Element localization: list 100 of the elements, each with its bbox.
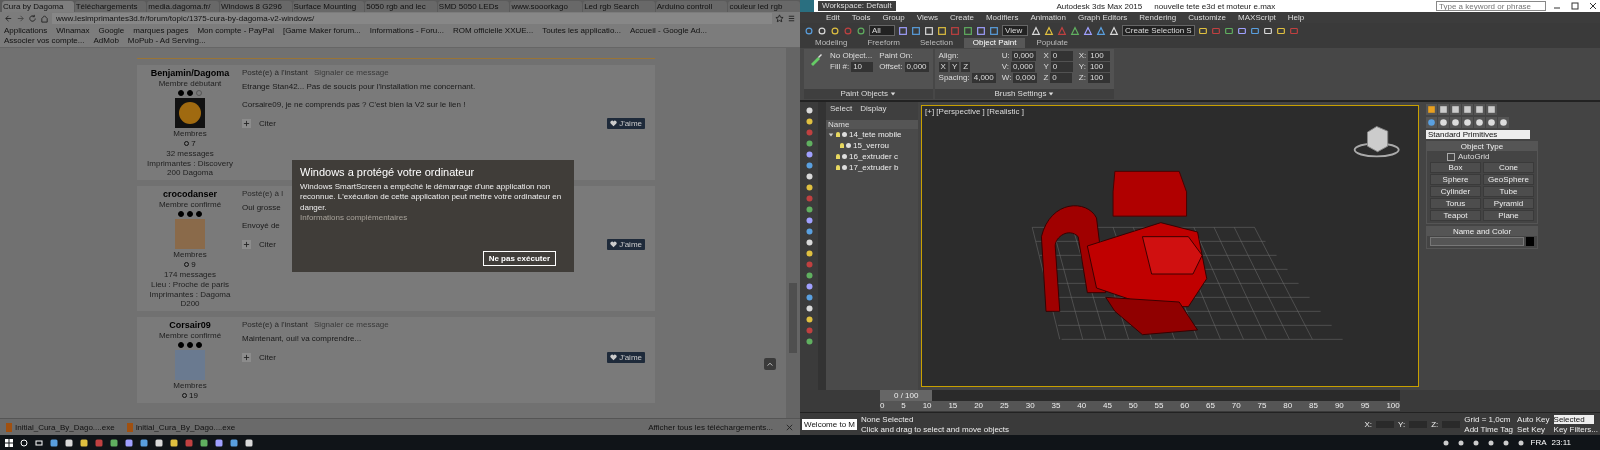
toolbar-tool-icon[interactable] (1070, 25, 1080, 36)
address-field[interactable]: www.lesimprimantes3d.fr/forum/topic/1375-cura-by-dagoma-v2-windows/ (52, 13, 772, 24)
taskbar-app-icon[interactable] (109, 437, 119, 448)
column-header[interactable]: Name (826, 120, 918, 129)
multiquote-button[interactable] (242, 353, 251, 362)
offset-field[interactable]: 0 (1050, 62, 1073, 72)
toolbar-tool-icon[interactable] (989, 25, 999, 36)
key-mode-dropdown[interactable]: Selected (1553, 414, 1594, 424)
primitive-button[interactable]: Pyramid (1483, 198, 1534, 209)
menu-item[interactable]: Modifiers (985, 13, 1019, 22)
time-tag-button[interactable]: Add Time Tag (1464, 424, 1514, 434)
object-category-icon[interactable] (1426, 117, 1437, 128)
key-filters-button[interactable]: Key Filters... (1553, 424, 1598, 434)
auto-key-button[interactable]: Auto Key (1517, 414, 1550, 424)
autogrid-checkbox[interactable] (1447, 152, 1455, 161)
ribbon-tab[interactable]: Modeling (806, 38, 857, 48)
home-icon[interactable] (40, 14, 49, 23)
toolbar-tool-icon[interactable] (937, 25, 947, 36)
light-bulb-icon[interactable] (840, 143, 844, 148)
object-category-icon[interactable] (1462, 117, 1473, 128)
bookmark-link[interactable]: Winamax (56, 26, 90, 36)
toolbar-tool-icon[interactable] (817, 25, 827, 36)
toolbar-tool-icon[interactable] (1197, 25, 1208, 36)
menu-item[interactable]: Views (916, 13, 938, 22)
author-name[interactable]: Corsair09 (169, 320, 211, 330)
bookmark-link[interactable]: ROM officielle XXUE... (452, 26, 534, 36)
taskbar-app-icon[interactable] (49, 437, 59, 448)
scrollbar[interactable] (786, 48, 800, 418)
multiquote-button[interactable] (242, 119, 251, 128)
caret-icon[interactable] (890, 91, 897, 97)
primitive-button[interactable]: Torus (1430, 198, 1481, 209)
object-category-icon[interactable] (1498, 117, 1509, 128)
search-field[interactable]: Type a keyword or phrase (1436, 1, 1546, 11)
taskbar-app-icon[interactable] (64, 437, 74, 448)
quote-link[interactable]: Citer (259, 353, 276, 362)
axis-toggle[interactable]: Y (949, 62, 960, 72)
set-key-button[interactable]: Set Key (1517, 424, 1550, 434)
object-category-icon[interactable] (1438, 117, 1449, 128)
primitive-button[interactable]: Plane (1483, 210, 1534, 221)
dont-run-button[interactable]: Ne pas exécuter (482, 251, 556, 266)
caret-icon[interactable] (1048, 91, 1055, 97)
light-bulb-icon[interactable] (836, 165, 840, 170)
toolbar-tool-icon[interactable] (976, 25, 986, 36)
ribbon-tab[interactable]: Object Paint (963, 38, 1026, 48)
primitive-button[interactable]: Teapot (1430, 210, 1481, 221)
back-arrow-icon[interactable] (4, 14, 13, 23)
scene-object[interactable]: 16_extruder c (849, 152, 898, 161)
command-panel-tab-icon[interactable] (1462, 104, 1473, 115)
menu-item[interactable]: Rendering (1139, 13, 1177, 22)
toolbar-tool-icon[interactable] (804, 25, 814, 36)
reference-coordinate-dropdown[interactable]: View (1002, 25, 1028, 36)
taskbar-app-icon[interactable] (199, 437, 209, 448)
selection-filter-dropdown[interactable]: All (869, 25, 895, 36)
object-category-icon[interactable] (1474, 117, 1485, 128)
scale-field[interactable]: 100 (1088, 51, 1111, 61)
menu-item[interactable]: Animation (1030, 13, 1066, 22)
viewport[interactable]: [+] [Perspective ] [Realistic ] (921, 105, 1419, 387)
workspace-dropdown[interactable]: Workspace: Default (818, 1, 896, 11)
menu-item[interactable]: Help (1287, 13, 1305, 22)
taskbar-app-icon[interactable] (124, 437, 134, 448)
time-slider[interactable]: 0 / 100 (880, 390, 1400, 401)
selection-set-dropdown[interactable]: Create Selection S (1122, 25, 1195, 36)
rotation-field[interactable]: 0,000 (1013, 73, 1038, 83)
bookmark-link[interactable]: Mon compte - PayPal (197, 26, 274, 36)
bookmark-link[interactable]: Accueil - Google Ad... (630, 26, 707, 36)
primitive-button[interactable]: Box (1430, 162, 1481, 173)
rotation-field[interactable]: 0,000 (1011, 51, 1036, 61)
object-category-icon[interactable] (1450, 117, 1461, 128)
light-bulb-icon[interactable] (836, 132, 840, 137)
primitive-button[interactable]: GeoSphere (1483, 174, 1534, 185)
bookmark-link[interactable]: [Game Maker forum... (282, 26, 361, 36)
ribbon-tab[interactable]: Freeform (858, 38, 909, 48)
primitive-button[interactable]: Cylinder (1430, 186, 1481, 197)
author-name[interactable]: Benjamin/Dagoma (150, 68, 230, 78)
ribbon-tab[interactable]: Populate (1027, 38, 1077, 48)
scene-object[interactable]: 14_tete mobile (849, 130, 902, 139)
multiquote-button[interactable] (242, 240, 251, 249)
taskbar-app-icon[interactable] (229, 437, 239, 448)
scale-field[interactable]: 100 (1087, 73, 1110, 83)
scene-object[interactable]: 15_verrou (853, 141, 890, 150)
scale-field[interactable]: 100 (1087, 62, 1110, 72)
toolbar-tool-icon[interactable] (911, 25, 921, 36)
offset-field[interactable]: 0 (1050, 51, 1073, 61)
quote-link[interactable]: Citer (259, 240, 276, 249)
fill-count-field[interactable]: 10 (851, 62, 874, 72)
rollout-header[interactable]: Object Type (1427, 142, 1537, 151)
viewport-label[interactable]: [+] [Perspective ] [Realistic ] (925, 107, 1024, 116)
bookmark-link[interactable]: marques pages (133, 26, 189, 36)
light-bulb-icon[interactable] (836, 154, 840, 159)
primitive-button[interactable]: Tube (1483, 186, 1534, 197)
menu-item[interactable]: Group (882, 13, 905, 22)
quote-link[interactable]: Citer (259, 119, 276, 128)
offset-field[interactable]: 0,000 (904, 62, 929, 72)
bookmark-link[interactable]: Toutes les applicatio... (542, 26, 621, 36)
command-panel-tab-icon[interactable] (1438, 104, 1449, 115)
taskbar-app-icon[interactable] (214, 437, 224, 448)
explorer-menu[interactable]: Select (830, 104, 853, 118)
taskbar-app-icon[interactable] (79, 437, 89, 448)
browser-tab[interactable]: Cura by Dagoma (2, 1, 74, 12)
primitive-button[interactable]: Cone (1483, 162, 1534, 173)
